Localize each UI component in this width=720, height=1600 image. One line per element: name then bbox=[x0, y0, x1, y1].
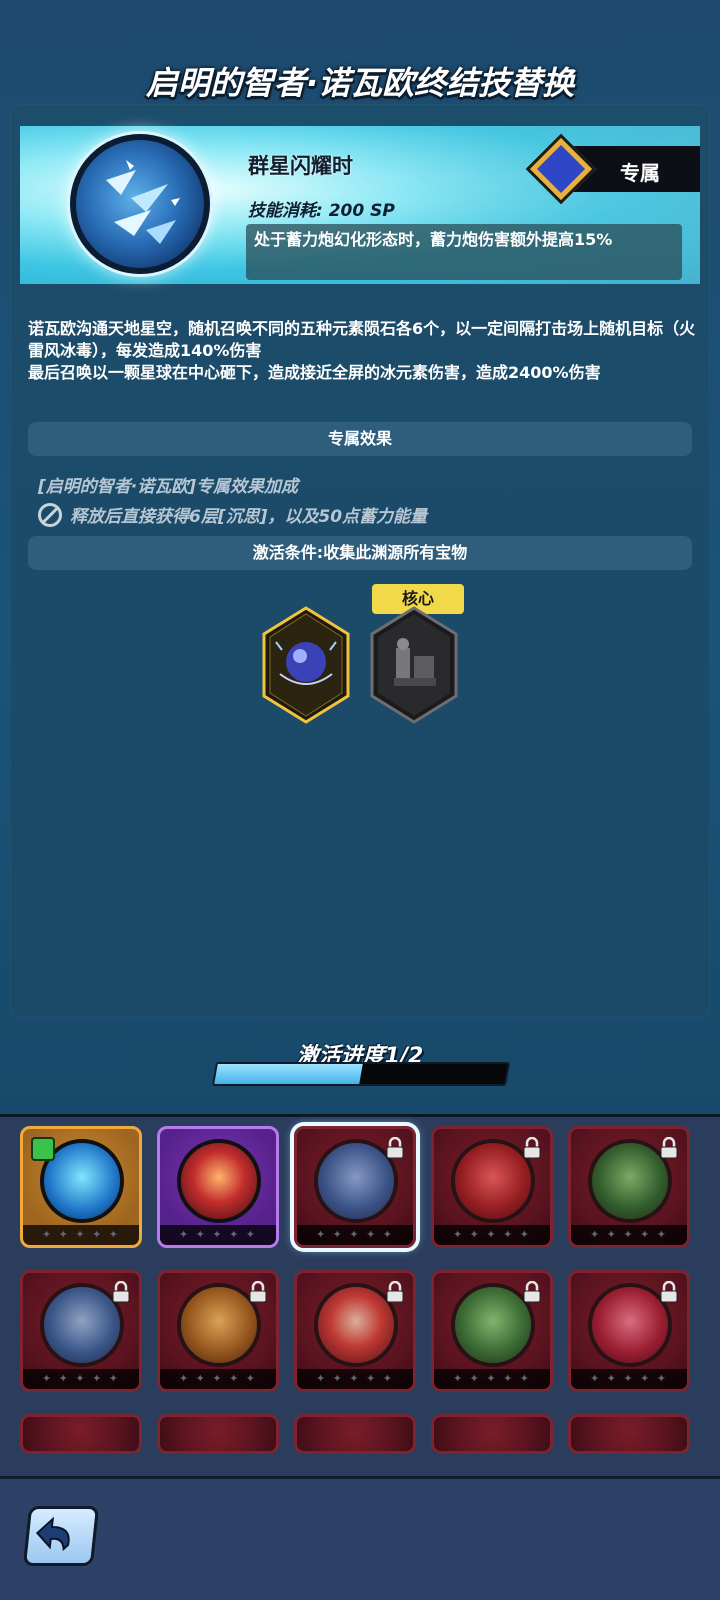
slot-star-rating: ✦ ✦ ✦ ✦ ✦ bbox=[297, 1369, 413, 1389]
lock-icon bbox=[386, 1137, 404, 1159]
page-title: 启明的智者·诺瓦欧终结技替换 bbox=[145, 64, 575, 102]
slot-star-rating: ✦ ✦ ✦ ✦ ✦ bbox=[434, 1225, 550, 1245]
skill-slot[interactable]: ✦ ✦ ✦ ✦ ✦ bbox=[294, 1126, 416, 1248]
back-button[interactable] bbox=[22, 1506, 100, 1566]
slot-star-rating: ✦ ✦ ✦ ✦ ✦ bbox=[160, 1369, 276, 1389]
skill-slot[interactable]: ✦ ✦ ✦ ✦ ✦ bbox=[157, 1126, 279, 1248]
lock-icon bbox=[523, 1137, 541, 1159]
skill-slot[interactable] bbox=[294, 1414, 416, 1454]
orb-treasure-icon[interactable] bbox=[262, 606, 350, 724]
skill-slot[interactable] bbox=[568, 1414, 690, 1454]
skill-name: 群星闪耀时 bbox=[248, 154, 353, 178]
skill-slot[interactable]: ✦ ✦ ✦ ✦ ✦ bbox=[20, 1126, 142, 1248]
activation-progress-fill bbox=[214, 1064, 363, 1084]
bottom-nav bbox=[0, 1476, 720, 1600]
skill-slot[interactable]: ✦ ✦ ✦ ✦ ✦ bbox=[157, 1270, 279, 1392]
slot-star-rating: ✦ ✦ ✦ ✦ ✦ bbox=[571, 1225, 687, 1245]
exclusive-bonus-line: 释放后直接获得6层[沉思]，以及50点蓄力能量 bbox=[38, 502, 427, 527]
lock-icon bbox=[660, 1137, 678, 1159]
ice-shards-icon bbox=[70, 134, 210, 274]
skill-slot[interactable]: ✦ ✦ ✦ ✦ ✦ bbox=[431, 1270, 553, 1392]
slot-star-rating: ✦ ✦ ✦ ✦ ✦ bbox=[297, 1225, 413, 1245]
exclusive-effect-header: 专属效果 bbox=[28, 422, 692, 456]
forbid-icon bbox=[38, 502, 62, 527]
skill-slot[interactable] bbox=[20, 1414, 142, 1454]
flame-spirit-icon bbox=[177, 1139, 261, 1223]
activation-progress-bar bbox=[211, 1062, 511, 1086]
slot-star-rating: ✦ ✦ ✦ ✦ ✦ bbox=[160, 1225, 276, 1245]
mechanism-treasure-icon[interactable] bbox=[370, 606, 458, 724]
skill-description: 诺瓦欧沟通天地星空，随机召唤不同的五种元素陨石各6个，以一定间隔打击场上随机目标… bbox=[28, 319, 696, 382]
skill-effect-text: 处于蓄力炮幻化形态时，蓄力炮伤害额外提高15% bbox=[246, 224, 682, 280]
skill-slot[interactable] bbox=[157, 1414, 279, 1454]
back-arrow-icon bbox=[35, 1516, 70, 1552]
lock-icon bbox=[249, 1281, 267, 1303]
slot-star-rating: ✦ ✦ ✦ ✦ ✦ bbox=[434, 1369, 550, 1389]
skill-slot[interactable]: ✦ ✦ ✦ ✦ ✦ bbox=[20, 1270, 142, 1392]
exclusive-label: 专属 bbox=[620, 161, 660, 185]
skill-cost: 技能消耗: 200 SP bbox=[248, 201, 395, 221]
exclusive-bonus-text: 释放后直接获得6层[沉思]，以及50点蓄力能量 bbox=[70, 507, 428, 527]
skill-slot[interactable]: ✦ ✦ ✦ ✦ ✦ bbox=[431, 1126, 553, 1248]
equipped-badge-icon bbox=[31, 1137, 55, 1161]
slot-star-rating: ✦ ✦ ✦ ✦ ✦ bbox=[23, 1369, 139, 1389]
exclusive-bonus-title: [启明的智者·诺瓦欧]专属效果加成 bbox=[38, 477, 298, 497]
slot-star-rating: ✦ ✦ ✦ ✦ ✦ bbox=[23, 1225, 139, 1245]
slot-star-rating: ✦ ✦ ✦ ✦ ✦ bbox=[571, 1369, 687, 1389]
lock-icon bbox=[523, 1281, 541, 1303]
lock-icon bbox=[112, 1281, 130, 1303]
lock-icon bbox=[660, 1281, 678, 1303]
skill-slot[interactable]: ✦ ✦ ✦ ✦ ✦ bbox=[294, 1270, 416, 1392]
lock-icon bbox=[386, 1281, 404, 1303]
skill-slot[interactable]: ✦ ✦ ✦ ✦ ✦ bbox=[568, 1270, 690, 1392]
skill-slot[interactable] bbox=[431, 1414, 553, 1454]
skill-slot[interactable]: ✦ ✦ ✦ ✦ ✦ bbox=[568, 1126, 690, 1248]
activation-condition-header: 激活条件:收集此渊源所有宝物 bbox=[28, 536, 692, 570]
